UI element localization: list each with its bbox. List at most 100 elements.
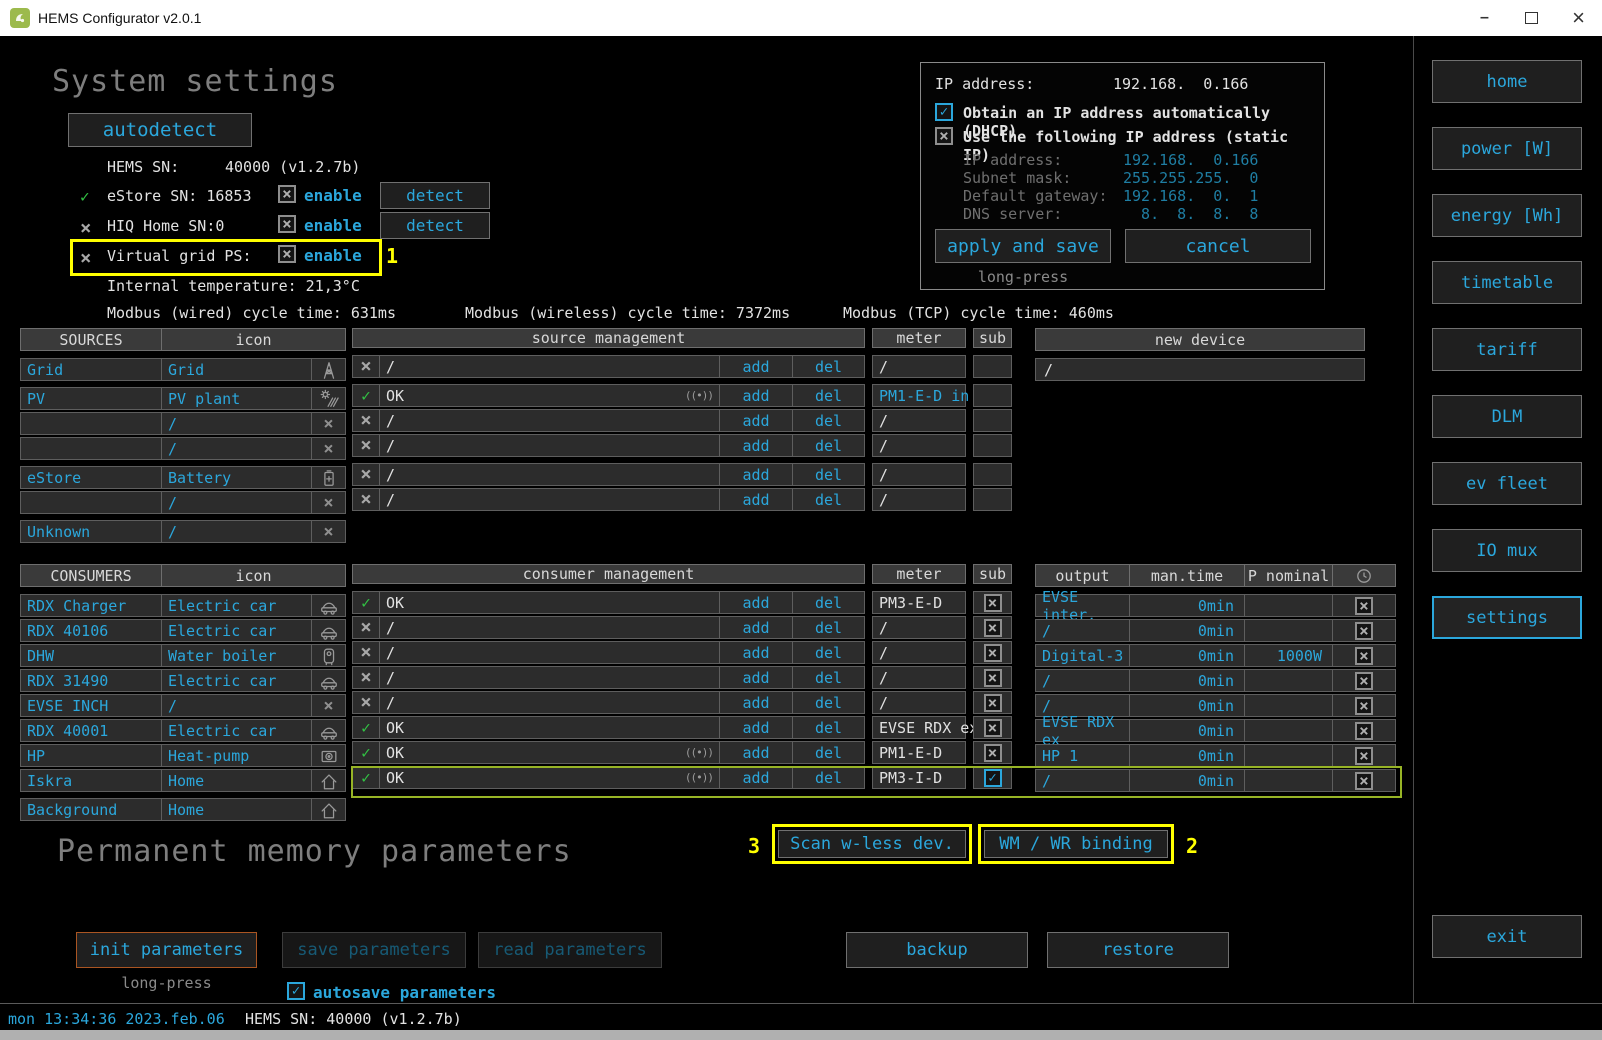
minimize-icon[interactable] (1461, 0, 1508, 36)
source-sub-cell[interactable] (973, 488, 1012, 511)
man-time-cell[interactable]: 0min (1129, 720, 1244, 741)
consumer-sub-cell[interactable] (973, 716, 1012, 739)
new-device-row[interactable]: / (1035, 358, 1365, 381)
static-field-value[interactable]: 192.168. 0. 1 (1123, 187, 1258, 205)
consumer-icon-label[interactable]: Heat-pump (161, 745, 311, 766)
source-add-button[interactable]: add (719, 435, 792, 456)
static-ip-checkbox[interactable] (935, 127, 953, 145)
consumer-add-button[interactable]: add (719, 742, 792, 763)
source-name[interactable] (21, 492, 161, 513)
source-add-button[interactable]: add (719, 464, 792, 485)
consumer-icon-label[interactable]: Electric car (161, 595, 311, 616)
timer-checkbox[interactable] (1355, 747, 1373, 765)
consumer-del-button[interactable]: del (792, 592, 864, 613)
source-add-button[interactable]: add (719, 385, 792, 406)
autodetect-button[interactable]: autodetect (68, 113, 252, 147)
consumer-add-button[interactable]: add (719, 717, 792, 738)
p-nominal-cell[interactable] (1244, 720, 1332, 741)
consumer-name[interactable]: RDX 40106 (21, 620, 161, 641)
consumer-sub-cell[interactable] (973, 666, 1012, 689)
consumer-name[interactable]: RDX 40001 (21, 720, 161, 741)
consumer-del-button[interactable]: del (792, 667, 864, 688)
autosave-checkbox[interactable] (287, 982, 305, 1000)
consumer-add-button[interactable]: add (719, 592, 792, 613)
sidebar-button[interactable]: home (1432, 60, 1582, 103)
source-name[interactable]: PV (21, 388, 161, 409)
consumer-sub-cell[interactable] (973, 741, 1012, 764)
consumer-sub-checkbox[interactable] (984, 619, 1002, 637)
static-field-value[interactable]: 192.168. 0.166 (1123, 151, 1258, 169)
consumer-icon-label[interactable]: / (161, 695, 311, 716)
p-nominal-cell[interactable] (1244, 620, 1332, 641)
source-sub-cell[interactable] (973, 434, 1012, 457)
consumer-del-button[interactable]: del (792, 617, 864, 638)
sidebar-button[interactable]: settings (1432, 596, 1582, 639)
source-name[interactable]: eStore (21, 467, 161, 488)
man-time-cell[interactable]: 0min (1129, 645, 1244, 666)
p-nominal-cell[interactable]: 1000W (1244, 645, 1332, 666)
static-field-value[interactable]: 255.255.255. 0 (1123, 169, 1258, 187)
source-meter-cell[interactable]: / (872, 355, 966, 378)
close-icon[interactable] (1555, 0, 1602, 36)
timer-checkbox[interactable] (1355, 597, 1373, 615)
source-sub-cell[interactable] (973, 463, 1012, 486)
output-cell[interactable]: / (1036, 620, 1129, 641)
consumer-meter-cell[interactable]: PM3-I-D (872, 766, 966, 789)
output-cell[interactable]: / (1036, 670, 1129, 691)
init-parameters-button[interactable]: init parameters (76, 932, 257, 968)
source-del-button[interactable]: del (792, 464, 864, 485)
source-add-button[interactable]: add (719, 410, 792, 431)
man-time-cell[interactable]: 0min (1129, 620, 1244, 641)
static-field-value[interactable]: 8. 8. 8. 8 (1123, 205, 1258, 223)
consumer-sub-cell[interactable] (973, 691, 1012, 714)
source-icon-label[interactable]: Grid (161, 359, 311, 380)
consumer-name[interactable]: RDX Charger (21, 595, 161, 616)
source-del-button[interactable]: del (792, 410, 864, 431)
estore-enable-checkbox[interactable] (278, 185, 296, 203)
source-add-button[interactable]: add (719, 489, 792, 510)
output-cell[interactable]: Digital-3 (1036, 645, 1129, 666)
dhcp-checkbox[interactable] (935, 103, 953, 121)
consumer-sub-checkbox[interactable] (984, 694, 1002, 712)
source-del-button[interactable]: del (792, 356, 864, 377)
source-del-button[interactable]: del (792, 489, 864, 510)
consumer-meter-cell[interactable]: / (872, 641, 966, 664)
p-nominal-cell[interactable] (1244, 595, 1332, 616)
restore-button[interactable]: restore (1047, 932, 1229, 968)
output-cell[interactable]: / (1036, 770, 1129, 791)
output-cell[interactable]: HP 1 (1036, 745, 1129, 766)
consumer-meter-cell[interactable]: PM1-E-D (872, 741, 966, 764)
estore-detect-button[interactable]: detect (380, 182, 490, 209)
consumer-icon-label[interactable]: Electric car (161, 670, 311, 691)
apply-and-save-button[interactable]: apply and save (935, 229, 1111, 263)
consumer-meter-cell[interactable]: PM3-E-D (872, 591, 966, 614)
source-icon-label[interactable]: Battery (161, 467, 311, 488)
save-parameters-button[interactable]: save parameters (282, 932, 466, 968)
consumer-meter-cell[interactable]: / (872, 616, 966, 639)
timer-cell[interactable] (1332, 595, 1395, 616)
consumer-add-button[interactable]: add (719, 692, 792, 713)
timer-checkbox[interactable] (1355, 622, 1373, 640)
p-nominal-cell[interactable] (1244, 745, 1332, 766)
consumer-add-button[interactable]: add (719, 642, 792, 663)
consumer-add-button[interactable]: add (719, 667, 792, 688)
consumer-icon-label[interactable]: Home (161, 770, 311, 791)
output-cell[interactable]: EVSE inter. (1036, 595, 1129, 616)
timer-cell[interactable] (1332, 670, 1395, 691)
virtual-grid-enable-checkbox[interactable] (278, 245, 296, 263)
consumer-del-button[interactable]: del (792, 767, 864, 788)
consumer-sub-cell[interactable] (973, 766, 1012, 789)
timer-checkbox[interactable] (1355, 722, 1373, 740)
consumer-del-button[interactable]: del (792, 717, 864, 738)
consumer-sub-checkbox[interactable] (984, 719, 1002, 737)
consumer-sub-checkbox[interactable] (984, 669, 1002, 687)
p-nominal-cell[interactable] (1244, 695, 1332, 716)
consumer-name[interactable]: Background (21, 799, 161, 820)
sidebar-button[interactable]: tariff (1432, 328, 1582, 371)
source-meter-cell[interactable]: PM1-E-D in (872, 384, 966, 407)
read-parameters-button[interactable]: read parameters (478, 932, 662, 968)
source-icon-label[interactable]: / (161, 492, 311, 513)
source-meter-cell[interactable]: / (872, 463, 966, 486)
source-icon-label[interactable]: / (161, 521, 311, 542)
consumer-name[interactable]: HP (21, 745, 161, 766)
